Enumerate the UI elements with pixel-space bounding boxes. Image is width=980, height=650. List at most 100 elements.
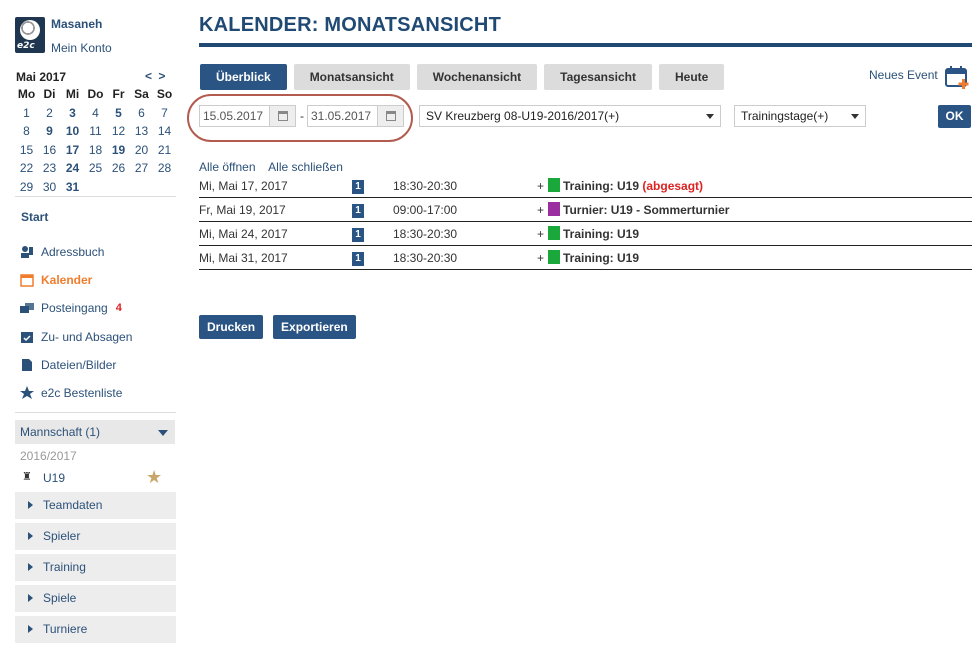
day-cell[interactable]: 8	[15, 122, 38, 141]
tab-tagesansicht[interactable]: Tagesansicht	[544, 64, 652, 90]
new-event-calendar-icon[interactable]	[945, 64, 971, 90]
event-title[interactable]: Training: U19	[563, 227, 639, 241]
sidebar-item-kalender[interactable]: Kalender	[20, 266, 180, 294]
day-cell[interactable]: 25	[84, 159, 107, 178]
day-cell[interactable]: 24	[61, 159, 84, 178]
team-menu-item-spiele[interactable]: Spiele	[15, 585, 176, 612]
day-cell[interactable]: 15	[15, 141, 38, 160]
checkbox-calendar-icon	[20, 330, 34, 344]
event-row[interactable]: Mi, Mai 31, 2017 1 18:30-20:30 + Training: U…	[199, 246, 972, 270]
event-row[interactable]: Mi, Mai 17, 2017 1 18:30-20:30 + Training: U…	[199, 174, 972, 198]
date-from-picker-button[interactable]	[269, 106, 295, 126]
day-cell[interactable]: 5	[107, 104, 130, 123]
day-cell[interactable]: 12	[107, 122, 130, 141]
team-menu-item-training[interactable]: Training	[15, 554, 176, 581]
event-type-select[interactable]: Trainingstage(+)	[734, 105, 866, 127]
close-all-link[interactable]: Alle schließen	[268, 160, 343, 174]
day-cell[interactable]: 18	[84, 141, 107, 160]
day-cell[interactable]: 11	[84, 122, 107, 141]
tab--berblick[interactable]: Überblick	[200, 64, 287, 90]
event-count-badge: 1	[352, 228, 364, 242]
sidebar-item-dateien-bilder[interactable]: Dateien/Bilder	[20, 351, 180, 379]
day-cell[interactable]: 4	[84, 104, 107, 123]
day-cell[interactable]: 31	[61, 178, 84, 197]
date-from-field[interactable]: 15.05.2017	[199, 105, 296, 127]
toggle-links: Alle öffnen Alle schließen	[199, 160, 353, 174]
sidebar-item-posteingang[interactable]: Posteingang 4	[20, 294, 180, 322]
team-item[interactable]: ♜ U19 ★	[20, 467, 165, 488]
event-title[interactable]: Turnier: U19 - Sommerturnier	[563, 203, 729, 217]
team-select[interactable]: SV Kreuzberg 08-U19-2016/2017(+)	[419, 105, 721, 127]
expand-toggle[interactable]: +	[537, 179, 544, 193]
calendar-icon	[386, 111, 396, 121]
print-button[interactable]: Drucken	[199, 315, 264, 339]
team-menu-item-label: Turniere	[43, 622, 88, 636]
day-cell[interactable]: 2	[38, 104, 61, 123]
new-event-link[interactable]: Neues Event	[869, 68, 938, 82]
export-button[interactable]: Exportieren	[273, 315, 356, 339]
team-menu-item-spieler[interactable]: Spieler	[15, 523, 176, 550]
sidebar-item-label: Zu- und Absagen	[41, 329, 133, 344]
my-account-link[interactable]: Mein Konto	[51, 41, 112, 55]
mini-calendar-header: Mai 2017 < >	[15, 69, 177, 85]
tab-wochenansicht[interactable]: Wochenansicht	[416, 64, 538, 90]
day-cell[interactable]: 27	[130, 159, 153, 178]
next-month-button[interactable]: >	[158, 69, 165, 83]
day-cell[interactable]: 7	[153, 104, 176, 123]
day-cell[interactable]: 6	[130, 104, 153, 123]
prev-month-button[interactable]: <	[145, 69, 152, 83]
avatar[interactable]: e2c	[15, 17, 45, 53]
mini-calendar: Mai 2017 < > Mo Di Mi Do Fr Sa So 1 2 3 4 5 6 7 8 9 10 11…	[15, 69, 177, 197]
open-all-link[interactable]: Alle öffnen	[199, 160, 256, 174]
day-cell[interactable]: 22	[15, 159, 38, 178]
event-row[interactable]: Mi, Mai 24, 2017 1 18:30-20:30 + Training: U…	[199, 222, 972, 246]
tab-heute[interactable]: Heute	[658, 64, 725, 90]
day-cell[interactable]: 17	[61, 141, 84, 160]
nav-list: Adressbuch Kalender Posteingang 4 Zu- und Ab…	[20, 238, 180, 407]
day-cell[interactable]: 29	[15, 178, 38, 197]
event-title[interactable]: Training: U19	[563, 251, 639, 265]
day-cell[interactable]: 16	[38, 141, 61, 160]
team-dropdown[interactable]: Mannschaft (1)	[15, 420, 175, 444]
day-cell[interactable]: 20	[130, 141, 153, 160]
day-cell[interactable]: 28	[153, 159, 176, 178]
tab-monatsansicht[interactable]: Monatsansicht	[293, 64, 410, 90]
sidebar-item-zu-und-absagen[interactable]: Zu- und Absagen	[20, 323, 180, 351]
day-cell[interactable]: 26	[107, 159, 130, 178]
event-color-swatch	[548, 226, 560, 240]
expand-toggle[interactable]: +	[537, 203, 544, 217]
sidebar-divider	[15, 196, 176, 197]
event-row[interactable]: Fr, Mai 19, 2017 1 09:00-17:00 + Turnier: U1…	[199, 198, 972, 222]
sidebar-item-e2c-bestenliste[interactable]: e2c Bestenliste	[20, 379, 180, 407]
day-cell[interactable]: 14	[153, 122, 176, 141]
event-color-swatch	[548, 250, 560, 264]
day-cell[interactable]: 3	[61, 104, 84, 123]
day-cell[interactable]: 10	[61, 122, 84, 141]
expand-toggle[interactable]: +	[537, 227, 544, 241]
date-range-separator: -	[300, 109, 304, 123]
favorite-star-icon[interactable]: ★	[146, 467, 162, 488]
expand-toggle[interactable]: +	[537, 251, 544, 265]
event-count-badge: 1	[352, 180, 364, 194]
day-cell[interactable]: 23	[38, 159, 61, 178]
user-name[interactable]: Masaneh	[51, 17, 102, 31]
day-cell[interactable]: 9	[38, 122, 61, 141]
event-title[interactable]: Training: U19 (abgesagt)	[563, 179, 703, 193]
day-cell[interactable]: 21	[153, 141, 176, 160]
sidebar-item-label: e2c Bestenliste	[41, 386, 123, 401]
date-to-picker-button[interactable]	[377, 106, 403, 126]
file-icon	[20, 358, 34, 372]
team-menu-item-teamdaten[interactable]: Teamdaten	[15, 492, 176, 519]
sidebar-item-adressbuch[interactable]: Adressbuch	[20, 238, 180, 266]
soccer-ball-icon	[20, 20, 40, 40]
day-cell[interactable]: 19	[107, 141, 130, 160]
day-cell[interactable]: 13	[130, 122, 153, 141]
day-cell[interactable]: 30	[38, 178, 61, 197]
ok-button[interactable]: OK	[938, 105, 971, 128]
caret-right-icon	[28, 563, 33, 571]
nav-start[interactable]: Start	[21, 210, 48, 224]
event-color-swatch	[548, 202, 560, 216]
day-cell[interactable]: 1	[15, 104, 38, 123]
date-to-field[interactable]: 31.05.2017	[307, 105, 404, 127]
team-menu-item-turniere[interactable]: Turniere	[15, 616, 176, 643]
